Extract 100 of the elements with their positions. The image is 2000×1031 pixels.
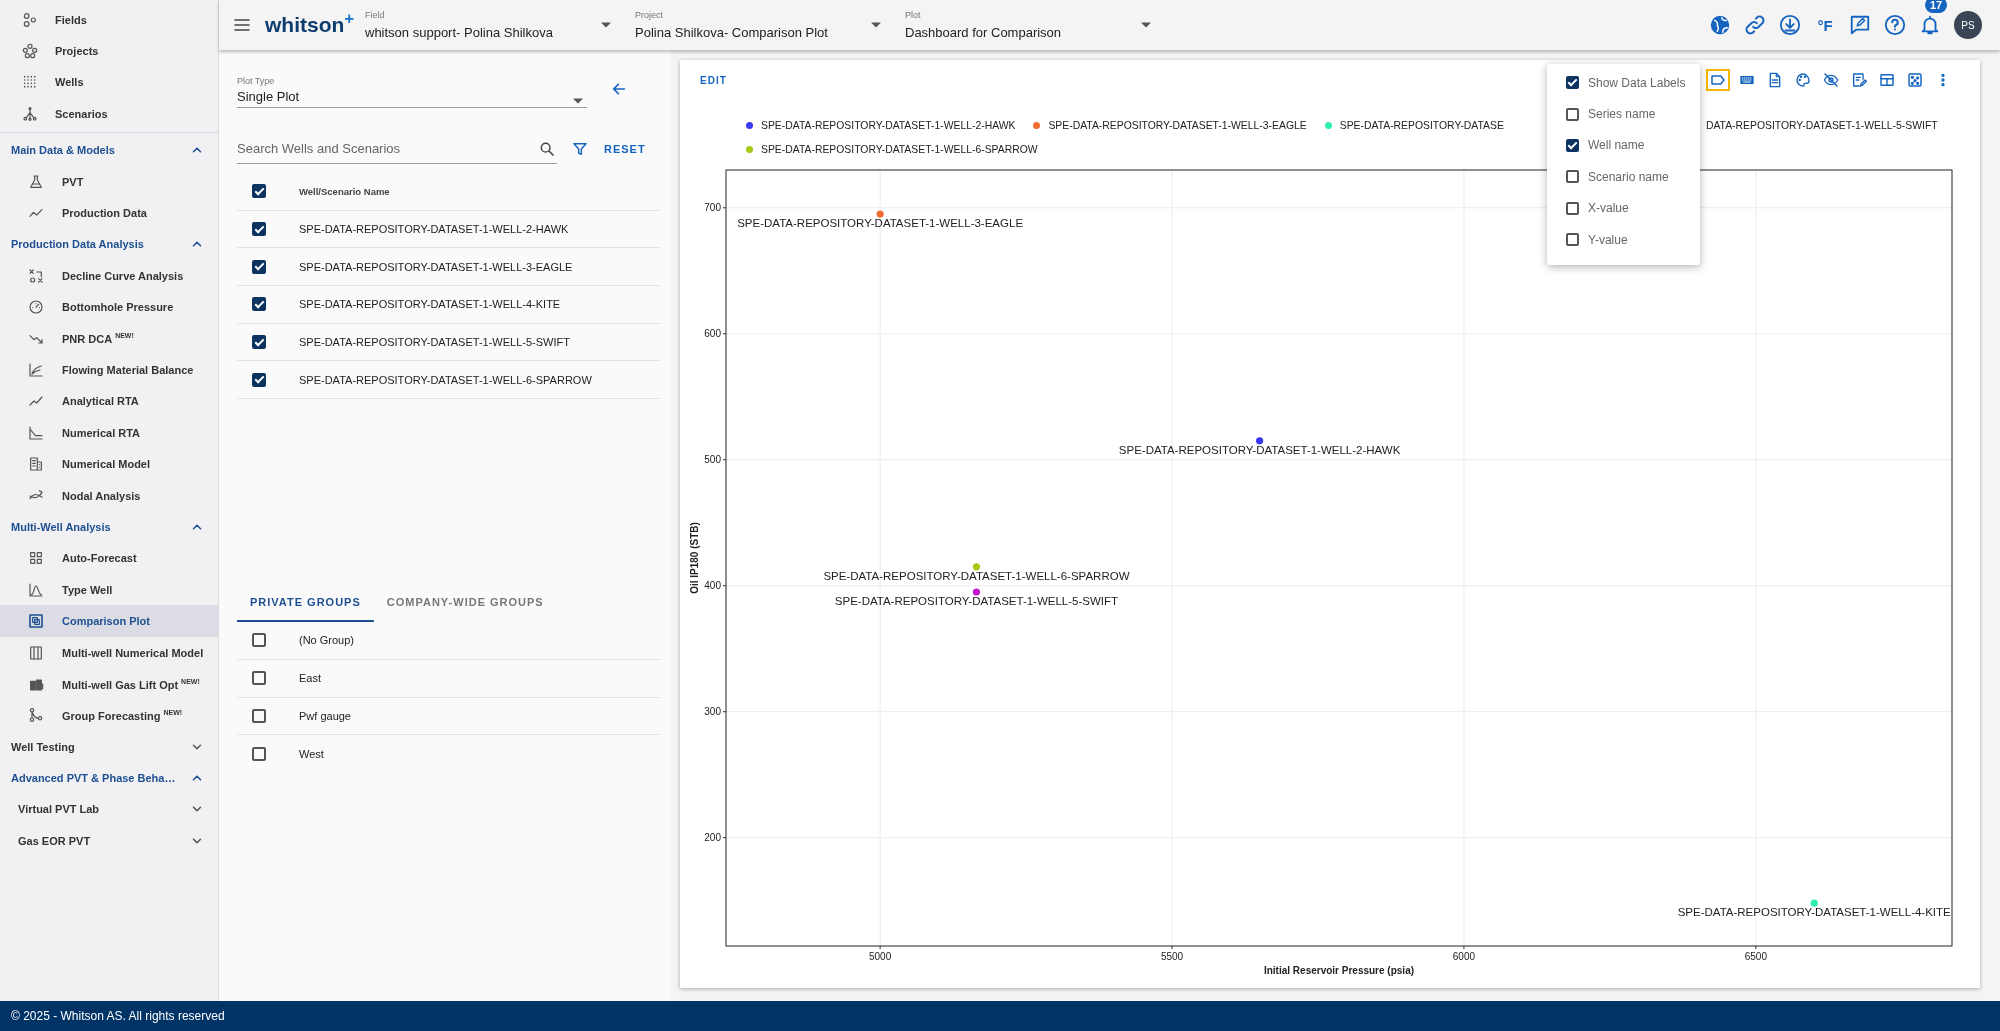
legend-label[interactable]: SPE-DATA-REPOSITORY-DATASET-1-WELL-3-EAGLE (1048, 119, 1307, 131)
group-name: East (299, 672, 321, 685)
checkbox[interactable] (1566, 201, 1579, 215)
crosses-icon (28, 267, 44, 284)
group-name: Pwf gauge (299, 709, 351, 722)
sidebar-item[interactable]: PNR DCA $^{NEW!}$ (0, 322, 218, 355)
checkbox[interactable] (1566, 170, 1579, 184)
data-label: SPE-DATA-REPOSITORY-DATASET-1-WELL-4-KITE (1677, 906, 1951, 919)
dropdown[interactable]: Project Polina Shilkova- Comparison Plot (635, 5, 885, 45)
section-header[interactable]: Well Testing (11, 740, 75, 753)
axis-tick-label: 5000 (869, 951, 892, 962)
checkbox[interactable] (1566, 138, 1579, 152)
sidebar-item[interactable]: Group Forecasting $^{NEW!}$ (0, 699, 218, 731)
group-name: West (299, 748, 324, 761)
dropdown-label: Project (635, 10, 664, 20)
help-icon[interactable] (1884, 14, 1906, 36)
label-tag-icon[interactable] (1706, 69, 1730, 91)
link-icon[interactable] (1744, 14, 1766, 36)
sidebar-item[interactable]: Wells (0, 66, 218, 99)
menu-option[interactable]: Show Data Labels (1588, 75, 1686, 90)
dropdown[interactable]: Field whitson support- Polina Shilkova (365, 5, 615, 45)
sidebar-item[interactable]: Fields (0, 4, 218, 36)
dropdown-value: whitson support- Polina Shilkova (365, 25, 553, 40)
x-axis-title: Initial Reservoir Pressure (psia) (1263, 965, 1415, 976)
section-header[interactable]: Multi-Well Analysis (11, 520, 111, 533)
checkbox[interactable] (252, 747, 266, 762)
unit-toggle[interactable]: °F (1814, 16, 1836, 34)
select-all-checkbox[interactable] (252, 184, 266, 199)
feedback-icon[interactable] (1849, 14, 1871, 36)
checkbox[interactable] (252, 633, 266, 648)
dropdown-caret-icon (871, 22, 881, 28)
sidebar-item[interactable]: Production Data (0, 197, 218, 229)
axis-tick-label: 6500 (1744, 951, 1767, 962)
branch-icon (28, 707, 44, 724)
section-header[interactable]: Virtual PVT Lab (18, 803, 100, 816)
dropdown-label: Plot (905, 10, 922, 20)
dropdown-value: Polina Shilkova- Comparison Plot (635, 25, 828, 40)
checkbox[interactable] (252, 335, 266, 350)
filter-icon[interactable] (572, 141, 588, 157)
well-name: SPE-DATA-REPOSITORY-DATASET-1-WELL-4-KITE (299, 298, 561, 311)
checkbox[interactable] (252, 708, 266, 723)
globe-icon[interactable] (1709, 14, 1731, 36)
data-label: SPE-DATA-REPOSITORY-DATASET-1-WELL-6-SPARROW (823, 569, 1130, 582)
checkbox[interactable] (252, 671, 266, 686)
menu-option[interactable]: Well name (1588, 138, 1645, 153)
sidebar-item[interactable]: Decline Curve Analysis (0, 260, 218, 292)
sidebar-item[interactable]: Comparison Plot (0, 605, 218, 637)
tab[interactable]: PRIVATE GROUPS (237, 582, 374, 623)
checkbox[interactable] (252, 259, 266, 274)
checkbox[interactable] (1566, 76, 1579, 90)
legend-label[interactable]: SPE-DATA-REPOSITORY-DATASET-1-WELL-2-HAWK (761, 119, 1016, 131)
axis-tick-label: 400 (704, 580, 721, 592)
dropdown[interactable]: Plot Dashboard for Comparison (905, 5, 1155, 45)
menu-option[interactable]: Series name (1588, 107, 1656, 122)
well-name: SPE-DATA-REPOSITORY-DATASET-1-WELL-3-EAGLE (299, 260, 573, 273)
checkbox[interactable] (1566, 107, 1579, 121)
menu-option[interactable]: Scenario name (1588, 169, 1669, 184)
legend-label[interactable]: DATA-REPOSITORY-DATASET-1-WELL-5-SWIFT (1705, 119, 1938, 131)
section-header[interactable]: Gas EOR PVT (18, 834, 91, 847)
checkbox[interactable] (1566, 233, 1579, 247)
dropdown-caret-icon (1141, 22, 1151, 28)
dropdown-label: Field (365, 10, 386, 20)
checkbox[interactable] (252, 372, 266, 387)
back-arrow-icon[interactable] (611, 81, 627, 97)
sidebar-item[interactable]: Analytical RTA (0, 385, 218, 418)
data-label: SPE-DATA-REPOSITORY-DATASET-1-WELL-2-HAWK (1118, 443, 1401, 456)
axis-tick-label: 500 (704, 454, 721, 466)
sidebar-item[interactable]: Numerical Model (0, 448, 218, 480)
edit-button[interactable]: EDIT (692, 68, 735, 92)
sidebar-item[interactable]: Scenarios (0, 98, 218, 130)
search-icon[interactable] (539, 140, 555, 157)
sidebar-item[interactable]: PVT (0, 165, 218, 198)
sidebar-item[interactable]: Multi-well Gas Lift Opt $^{NEW!}$ (0, 668, 218, 700)
sidebar-item[interactable]: Nodal Analysis (0, 479, 218, 512)
tab[interactable]: COMPANY-WIDE GROUPS (373, 582, 557, 623)
sidebar-item[interactable]: Type Well (0, 574, 218, 606)
axis-tick-label: 200 (704, 832, 721, 844)
menu-option[interactable]: X-value (1588, 201, 1629, 216)
dropdown-caret-icon (601, 22, 611, 28)
legend-label[interactable]: SPE-DATA-REPOSITORY-DATASET-1-WELL-6-SPARROW (761, 143, 1038, 155)
user-avatar[interactable]: PS (1954, 11, 1982, 39)
sidebar-item[interactable]: Multi-well Numerical Model (0, 636, 218, 669)
sidebar-item[interactable]: Bottomhole Pressure (0, 291, 218, 323)
checkbox[interactable] (252, 297, 266, 312)
menu-icon[interactable] (234, 18, 250, 32)
checkbox[interactable] (252, 222, 266, 237)
reset-button[interactable]: RESET (602, 139, 648, 159)
sidebar-item[interactable]: Flowing Material Balance (0, 354, 218, 386)
sidebar-item[interactable]: Projects (0, 35, 218, 67)
sidebar-item[interactable]: Numerical RTA (0, 417, 218, 449)
legend-label[interactable]: SPE-DATA-REPOSITORY-DATASE (1339, 119, 1504, 131)
search-field[interactable]: Search Wells and Scenarios (237, 137, 539, 160)
menu-option[interactable]: Y-value (1588, 232, 1628, 247)
sidebar-item[interactable]: Auto-Forecast (0, 542, 218, 575)
plot-type-select[interactable]: Plot Type Single Plot (237, 70, 587, 108)
section-header[interactable]: Advanced PVT & Phase Beha… (11, 772, 176, 785)
section-header[interactable]: Production Data Analysis (11, 238, 144, 251)
download-icon[interactable] (1779, 14, 1801, 36)
section-header[interactable]: Main Data & Models (11, 144, 115, 157)
notification-bell-icon[interactable] (1919, 14, 1941, 36)
